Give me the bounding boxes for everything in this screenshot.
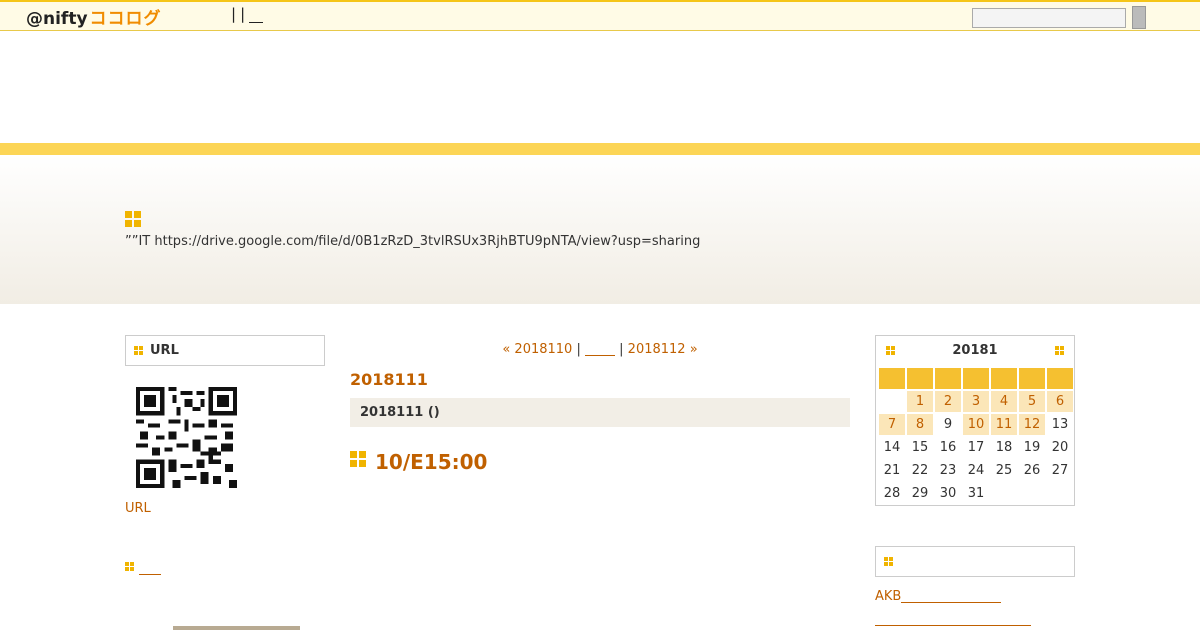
calendar-day: 19 — [1023, 440, 1041, 455]
calendar: 20181 1 2 3 4 5 6 7 8 9 10 11 12 13 14 15 16 17 18 19 20 21 2… — [875, 335, 1075, 506]
entry-title: 10/E15:00 — [375, 450, 488, 474]
pager-separator: | — [619, 342, 624, 357]
logo-at-text: @nifty — [26, 9, 88, 29]
left-section-link[interactable] — [139, 562, 161, 575]
calendar-day-link[interactable]: 4 — [1000, 394, 1008, 409]
search-input[interactable] — [972, 8, 1126, 28]
calendar-day-link[interactable]: 8 — [916, 417, 924, 432]
calendar-day-link[interactable]: 2 — [944, 394, 952, 409]
weekday-header — [963, 368, 989, 389]
calendar-day: 4 — [991, 391, 1017, 412]
nifty-topbar: @nifty ココログ | | — [0, 0, 1200, 31]
calendar-day: 20 — [1051, 440, 1069, 455]
calendar-day-link[interactable]: 11 — [996, 417, 1013, 432]
qr-code-image — [136, 387, 237, 488]
calendar-day: 16 — [939, 440, 957, 455]
calendar-day-link[interactable]: 10 — [968, 417, 985, 432]
calendar-day: 8 — [907, 414, 933, 435]
calendar-day-link[interactable]: 12 — [1024, 417, 1041, 432]
url-link[interactable]: URL — [125, 501, 151, 516]
calendar-day: 13 — [1051, 417, 1069, 432]
main-page-link[interactable] — [585, 343, 615, 356]
sidebar-link-label: AKB — [875, 589, 902, 604]
month-pager: « 2018110 | | 2018112 » — [350, 342, 850, 357]
calendar-grid: 1 2 3 4 5 6 7 8 9 10 11 12 13 14 15 16 17 18 19 20 21 22 23 24 2… — [878, 367, 1074, 505]
search-button[interactable] — [1132, 6, 1146, 29]
next-month-link[interactable]: 2018112 » — [628, 342, 698, 357]
top-nav: | | — [231, 5, 264, 23]
calendar-day-link[interactable]: 6 — [1056, 394, 1064, 409]
sidebar-photo[interactable] — [173, 626, 300, 630]
calendar-day: 6 — [1047, 391, 1073, 412]
weekday-header — [935, 368, 961, 389]
weekday-header — [1019, 368, 1045, 389]
blog-banner — [0, 155, 1200, 304]
calendar-day: 2 — [935, 391, 961, 412]
nav-separator: | — [231, 5, 237, 23]
sidebar-link[interactable]: AKB — [875, 589, 1002, 604]
sidebar-link[interactable] — [875, 612, 1031, 626]
calendar-day: 10 — [963, 414, 989, 435]
calendar-title: 20181 — [952, 343, 998, 358]
nifty-logo[interactable]: @nifty ココログ — [26, 4, 162, 29]
calendar-day: 26 — [1023, 463, 1041, 478]
entry-date-text: 2018111 () — [360, 405, 440, 420]
square-bullet-icon — [350, 451, 367, 468]
weekday-header — [991, 368, 1017, 389]
sidebar-link-underline — [901, 590, 1002, 603]
header-band — [0, 143, 1200, 155]
calendar-day: 3 — [963, 391, 989, 412]
calendar-day: 23 — [939, 463, 957, 478]
calendar-day — [879, 391, 905, 412]
weekday-header — [1047, 368, 1073, 389]
logo-kana-text: ココログ — [89, 9, 162, 29]
square-bullet-icon — [884, 557, 894, 567]
top-nav-link[interactable] — [249, 8, 264, 23]
calendar-day: 9 — [943, 417, 953, 432]
calendar-day: 21 — [883, 463, 901, 478]
calendar-day: 7 — [879, 414, 905, 435]
calendar-day: 18 — [995, 440, 1013, 455]
right-box-header — [875, 546, 1075, 577]
calendar-day: 31 — [967, 486, 985, 501]
blog-description: ””IT https://drive.google.com/file/d/0B1… — [125, 234, 701, 249]
weekday-header — [879, 368, 905, 389]
calendar-day: 30 — [939, 486, 957, 501]
calendar-day-link[interactable]: 7 — [888, 417, 896, 432]
calendar-day: 27 — [1051, 463, 1069, 478]
weekday-header — [907, 368, 933, 389]
calendar-day: 1 — [907, 391, 933, 412]
calendar-day: 29 — [911, 486, 929, 501]
url-box-header: URL — [125, 335, 325, 366]
square-bullet-icon — [125, 211, 142, 228]
calendar-day: 17 — [967, 440, 985, 455]
pager-separator: | — [576, 342, 581, 357]
calendar-day: 22 — [911, 463, 929, 478]
square-bullet-icon — [134, 346, 144, 356]
calendar-day-link[interactable]: 3 — [972, 394, 980, 409]
calendar-day: 14 — [883, 440, 901, 455]
calendar-day-link[interactable]: 1 — [916, 394, 924, 409]
calendar-day: 11 — [991, 414, 1017, 435]
left-section-header — [125, 561, 161, 576]
calendar-day: 28 — [883, 486, 901, 501]
archive-title: 2018111 — [350, 370, 428, 389]
calendar-day: 15 — [911, 440, 929, 455]
square-bullet-icon — [125, 562, 135, 572]
url-box-title: URL — [150, 343, 179, 358]
calendar-day: 12 — [1019, 414, 1045, 435]
entry-date-bar: 2018111 () — [350, 398, 850, 427]
prev-month-link[interactable]: « 2018110 — [502, 342, 572, 357]
calendar-day: 24 — [967, 463, 985, 478]
calendar-day: 25 — [995, 463, 1013, 478]
nav-separator: | — [240, 5, 246, 23]
calendar-day: 5 — [1019, 391, 1045, 412]
calendar-day-link[interactable]: 5 — [1028, 394, 1036, 409]
